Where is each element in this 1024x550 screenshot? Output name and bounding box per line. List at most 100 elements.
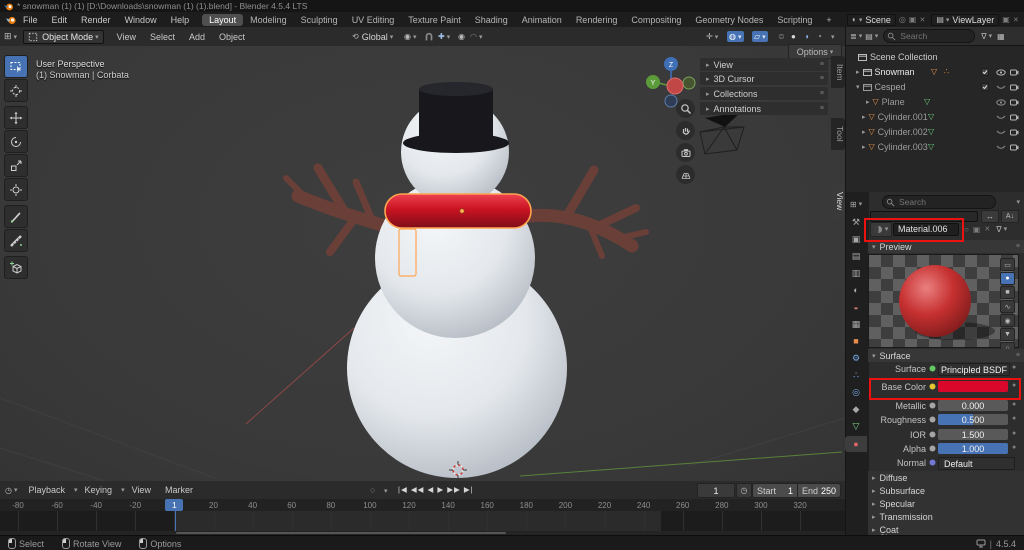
workspace-tab-sculpting[interactable]: Sculpting (294, 14, 345, 26)
xray-button[interactable]: ▱ ▾ (752, 31, 768, 42)
shader-dropdown[interactable]: Principled BSDF (938, 363, 1010, 376)
scene-camera-object[interactable] (699, 112, 745, 155)
remove-view-layer-icon[interactable]: ✕ (1013, 16, 1019, 24)
add-workspace-button[interactable]: + (819, 14, 838, 26)
frame-end-field[interactable]: End 250 (797, 483, 841, 498)
editor-timeline-icon[interactable]: ◷ (5, 486, 12, 495)
tool-annotate[interactable] (4, 205, 28, 228)
properties-search-input[interactable] (882, 194, 996, 209)
outliner-row-scene-collection[interactable]: Scene Collection (846, 49, 1024, 64)
decorator-dot[interactable]: ● (1012, 415, 1016, 422)
timeline-track[interactable] (0, 511, 845, 531)
workspace-tab-animation[interactable]: Animation (515, 14, 569, 26)
preview-sphere-button[interactable]: ● (1000, 272, 1015, 285)
tab-world[interactable]: ◒ (845, 299, 867, 315)
display-mode-icon[interactable]: ▤ (865, 32, 873, 41)
base-color-swatch[interactable] (938, 381, 1008, 392)
shading-wireframe-icon[interactable]: ⊜ (778, 32, 785, 41)
auto-keying-record-icon[interactable]: ○ (370, 485, 375, 495)
outliner-row-cesped[interactable]: ▾ Cesped (846, 79, 1024, 94)
shading-material-preview-icon[interactable]: ◑ (804, 32, 809, 41)
material-name-field[interactable]: Material.006 (893, 222, 959, 236)
tool-add-primitive[interactable] (4, 256, 28, 279)
outliner-row-cylinder-002[interactable]: ▸ ▽ Cylinder.002 ▽ (846, 124, 1024, 139)
eye-closed-icon[interactable] (996, 130, 1006, 136)
tab-particles[interactable]: ∴ (845, 367, 867, 383)
preview-section-header[interactable]: ▾ Preview ≡ (868, 240, 1024, 253)
outliner-search-input[interactable] (883, 29, 976, 43)
menu-file[interactable]: File (16, 15, 45, 25)
workspace-tab-compositing[interactable]: Compositing (624, 14, 688, 26)
overlays-button[interactable]: ◍ ▾ (727, 31, 744, 42)
new-scene-icon[interactable]: ▣ (909, 15, 917, 24)
editor-outliner-icon[interactable]: ≣ (850, 32, 857, 41)
timeline-ruler[interactable]: -80 -60 -40 -20 1 20 40 60 80 100 120 140 160 180 200 2… (0, 499, 845, 511)
jump-to-start-button[interactable]: |◀ (398, 485, 408, 494)
timeline-menu-keying[interactable]: Keying (78, 485, 120, 495)
metallic-slider[interactable]: 0.000 (938, 400, 1008, 411)
menu-edit[interactable]: Edit (45, 15, 75, 25)
workspace-tab-layout[interactable]: Layout (202, 13, 244, 26)
eye-visible-icon[interactable] (996, 69, 1006, 76)
decorator-dot[interactable]: ● (1012, 444, 1016, 451)
viewport-menu-select[interactable]: Select (143, 32, 182, 42)
outliner-row-plane[interactable]: ▸ ▽ Plane ▽ (846, 94, 1024, 109)
npanel-tab-view[interactable]: View (831, 184, 845, 218)
tool-select-box[interactable] (4, 55, 28, 78)
surface-section-header[interactable]: ▾ Surface ≡ (868, 349, 1024, 362)
preview-flat-button[interactable]: ▭ (1000, 258, 1015, 271)
gizmo-y-neg-axis[interactable] (682, 76, 696, 90)
material-browse-button[interactable]: ▾ (870, 221, 892, 237)
camera-visibility-icon[interactable] (1010, 68, 1019, 76)
pivot-point-button[interactable]: ◉ ▾ (404, 32, 417, 41)
tab-collection[interactable]: ▦ (845, 316, 867, 332)
npanel-view[interactable]: ▸ View ≡ (700, 58, 828, 71)
tab-tool[interactable]: ⚒ (845, 214, 867, 230)
tab-physics[interactable]: ◎ (845, 384, 867, 400)
properties-editor-type-button[interactable]: ⊞ ▾ (845, 196, 867, 212)
unlink-material-icon[interactable]: ✕ (984, 225, 990, 233)
preview-cube-button[interactable]: ■ (1000, 286, 1015, 299)
use-preview-range-icon[interactable]: ◷ (736, 483, 752, 498)
decorator-dot[interactable]: ● (1012, 364, 1016, 371)
playhead-line[interactable] (175, 511, 176, 531)
workspace-tab-shading[interactable]: Shading (468, 14, 515, 26)
prev-keyframe-button[interactable]: ◀◀ (411, 485, 425, 494)
section-transmission[interactable]: ▸ Transmission (868, 510, 1024, 523)
delete-scene-icon[interactable]: ✕ (919, 16, 925, 24)
camera-view-button[interactable] (676, 143, 695, 162)
roughness-slider[interactable]: 0.500 (938, 414, 1008, 425)
viewport[interactable]: User Perspective (1) Snowman | Corbata Z… (0, 44, 845, 481)
decorator-dot[interactable]: ● (1012, 401, 1016, 408)
scene-selector[interactable]: ◐ ▾ Scene (847, 13, 896, 26)
gizmo-x-axis[interactable] (666, 77, 684, 95)
tool-rotate[interactable] (4, 130, 28, 153)
editor-type-button[interactable]: ⊞ ▾ (4, 31, 17, 42)
workspace-tab-modeling[interactable]: Modeling (243, 14, 294, 26)
shading-solid-icon[interactable]: ● (791, 32, 796, 41)
normal-dropdown[interactable]: Default (938, 457, 1015, 470)
camera-visibility-icon[interactable] (1010, 128, 1019, 136)
outliner-row-cylinder-001[interactable]: ▸ ▽ Cylinder.001 ▽ (846, 109, 1024, 124)
camera-visibility-icon[interactable] (1010, 113, 1019, 121)
transform-orientation[interactable]: ⟲ Global ▾ (352, 32, 393, 42)
pin-scene-icon[interactable]: ◎ (899, 15, 906, 24)
workspace-tab-scripting[interactable]: Scripting (770, 14, 819, 26)
checkbox-checked-icon[interactable] (981, 68, 989, 76)
workspace-tab-rendering[interactable]: Rendering (569, 14, 625, 26)
filter-icon[interactable]: ∇ (981, 32, 986, 41)
play-reverse-button[interactable]: ◀ (427, 485, 434, 494)
eye-visible-icon[interactable] (996, 99, 1006, 106)
npanel-tab-tool[interactable]: Tool (831, 118, 845, 150)
npanel-tab-item[interactable]: Item (831, 56, 845, 88)
eye-closed-icon[interactable] (996, 85, 1006, 91)
section-diffuse[interactable]: ▸ Diffuse (868, 471, 1024, 484)
fake-user-icon[interactable]: ○ (964, 225, 969, 234)
mode-selector[interactable]: Object Mode ▾ (23, 29, 104, 44)
expand-arrow-icon[interactable]: ▸ (862, 113, 866, 121)
menu-help[interactable]: Help (164, 15, 197, 25)
decorator-dot[interactable]: ● (1012, 382, 1016, 389)
workspace-tab-texture-paint[interactable]: Texture Paint (401, 14, 468, 26)
shading-rendered-icon[interactable]: ◔ (817, 32, 822, 41)
zoom-button[interactable] (676, 99, 695, 118)
